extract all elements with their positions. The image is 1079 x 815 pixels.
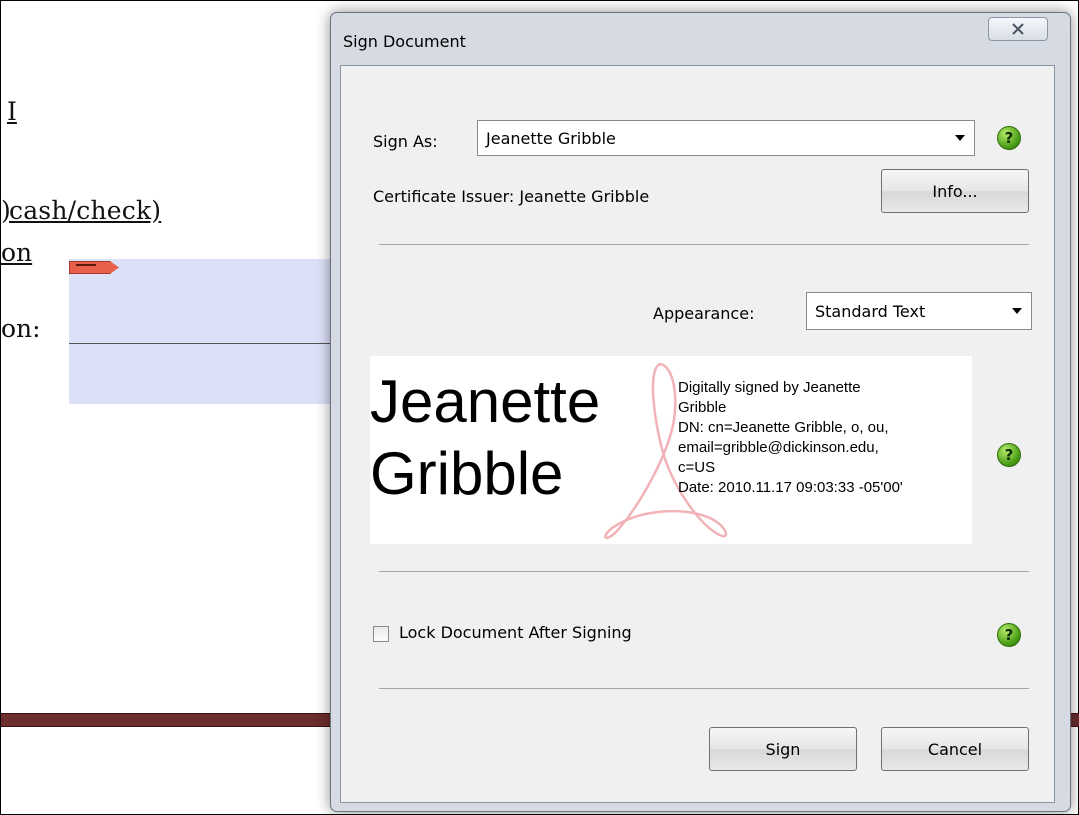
close-button[interactable]	[988, 17, 1048, 41]
preview-detail-line: DN: cn=Jeanette Gribble, o, ou,	[678, 419, 889, 436]
close-icon	[1012, 23, 1024, 35]
lock-help-icon[interactable]: ?	[997, 623, 1021, 647]
chevron-down-icon	[1003, 293, 1031, 329]
preview-signature-details: Digitally signed by Jeanette Gribble DN:…	[678, 378, 972, 498]
appearance-help-icon[interactable]: ?	[997, 443, 1021, 467]
signature-field-highlight[interactable]	[69, 259, 339, 404]
signature-preview: Jeanette Gribble Digitally signed by Jea…	[370, 356, 972, 544]
doc-fragment-1: I	[7, 97, 17, 126]
sign-as-value: Jeanette Gribble	[486, 128, 616, 148]
chevron-down-icon	[946, 121, 974, 155]
sign-here-flag-icon	[69, 261, 119, 274]
separator-1	[379, 244, 1029, 245]
dialog-client-area: Sign As: Jeanette Gribble ? Certificate …	[340, 65, 1055, 803]
sign-as-select[interactable]: Jeanette Gribble	[477, 120, 975, 156]
certificate-issuer-text: Certificate Issuer: Jeanette Gribble	[373, 187, 650, 206]
sign-button[interactable]: Sign	[709, 727, 857, 771]
preview-detail-line: Digitally signed by Jeanette	[678, 379, 861, 396]
sign-as-help-icon[interactable]: ?	[997, 126, 1021, 150]
appearance-label: Appearance:	[653, 304, 755, 323]
sign-document-dialog: Sign Document Sign As: Jeanette Gribble …	[330, 12, 1071, 812]
preview-detail-line: email=gribble@dickinson.edu,	[678, 439, 879, 456]
doc-fragment-4: on:	[1, 314, 41, 343]
separator-2	[379, 571, 1029, 572]
info-button[interactable]: Info...	[881, 169, 1029, 213]
signature-field-line	[69, 343, 339, 344]
preview-detail-line: c=US	[678, 459, 716, 476]
preview-signer-name: Jeanette Gribble	[370, 368, 601, 507]
appearance-select[interactable]: Standard Text	[806, 292, 1032, 330]
lock-document-label[interactable]: Lock Document After Signing	[399, 623, 632, 642]
preview-detail-line: Gribble	[678, 399, 727, 416]
preview-detail-line: Date: 2010.11.17 09:03:33 -05'00'	[678, 479, 903, 496]
appearance-value: Standard Text	[815, 301, 926, 321]
sign-as-label: Sign As:	[373, 132, 438, 151]
cancel-button[interactable]: Cancel	[881, 727, 1029, 771]
separator-3	[379, 688, 1029, 689]
doc-fragment-2: )cash/check)	[1, 196, 162, 225]
lock-document-checkbox[interactable]	[373, 626, 389, 642]
doc-fragment-3: on	[1, 238, 33, 267]
dialog-title: Sign Document	[343, 32, 466, 51]
